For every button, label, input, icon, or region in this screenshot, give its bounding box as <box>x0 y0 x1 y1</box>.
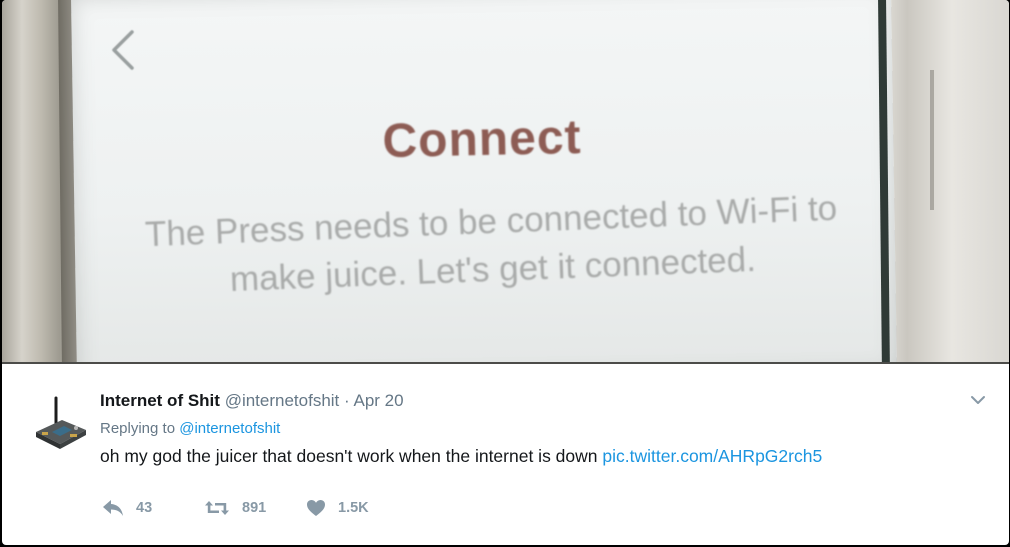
tweet-media-link[interactable]: pic.twitter.com/AHRpG2rch5 <box>602 446 822 466</box>
avatar[interactable] <box>32 394 90 454</box>
replying-handle-link[interactable]: @internetofshit <box>179 420 280 437</box>
tweet-card[interactable]: Connect The Press needs to be connected … <box>2 0 1009 545</box>
phone-screen <box>70 0 898 364</box>
tweet-body: Internet of Shit @internetofshit · Apr 2… <box>2 364 1009 545</box>
separator-dot: · <box>344 391 350 410</box>
retweet-button[interactable]: 891 <box>204 496 266 520</box>
tweet-text: oh my god the juicer that doesn't work w… <box>100 446 822 467</box>
retweet-count: 891 <box>242 500 267 516</box>
heart-icon <box>307 500 325 516</box>
retweet-icon <box>205 501 229 515</box>
chevron-left-icon <box>106 28 140 72</box>
tweet-text-body: oh my god the juicer that doesn't work w… <box>100 446 598 466</box>
circuit-board-icon <box>36 396 86 449</box>
user-handle[interactable]: @internetofshit <box>225 391 340 410</box>
replying-prefix: Replying to <box>100 420 176 437</box>
chevron-down-icon[interactable] <box>968 392 988 408</box>
tweet-header: Internet of Shit @internetofshit · Apr 2… <box>100 391 404 411</box>
reply-count: 43 <box>136 500 153 516</box>
replying-to: Replying to @internetofshit <box>100 420 280 437</box>
reply-button[interactable]: 43 <box>102 496 152 520</box>
display-name[interactable]: Internet of Shit <box>100 391 220 410</box>
like-button[interactable]: 1.5K <box>306 496 369 520</box>
tweet-date[interactable]: Apr 20 <box>353 391 403 410</box>
reply-icon <box>103 500 123 516</box>
tweet-photo[interactable]: Connect The Press needs to be connected … <box>2 0 1009 364</box>
like-count: 1.5K <box>338 500 369 516</box>
